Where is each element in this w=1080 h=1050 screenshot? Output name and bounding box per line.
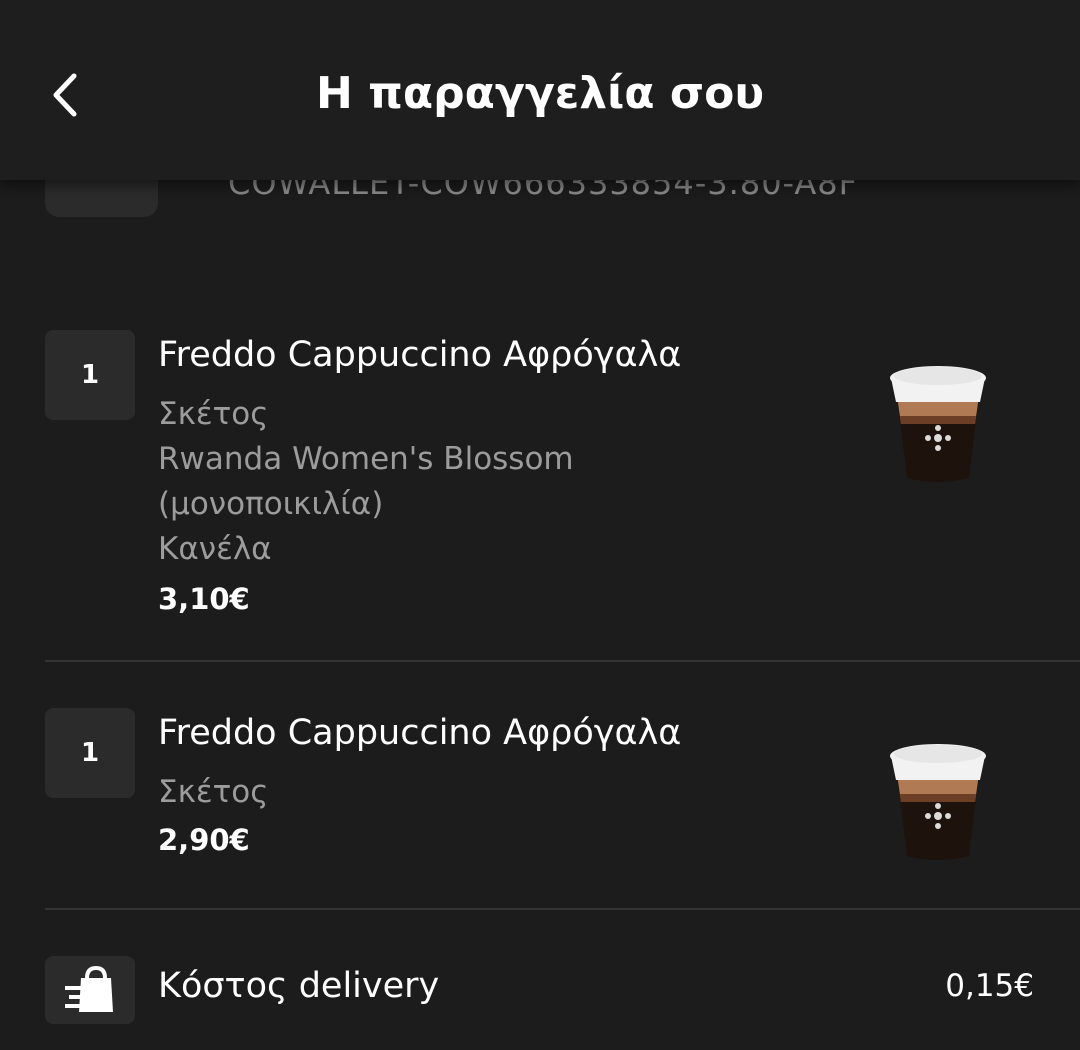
back-button[interactable] [40,60,100,130]
item-price: 2,90€ [158,823,250,857]
item-option: Κανέλα [158,531,272,567]
item-option: Σκέτος [158,774,269,810]
top-app-bar: Η παραγγελία σου [0,0,1080,180]
iced-coffee-cup-icon [890,744,986,860]
quantity-badge: 1 [45,330,135,420]
item-name: Freddo Cappuccino Αφρόγαλα [158,713,682,753]
delivery-label: Κόστος delivery [158,966,440,1006]
divider [45,660,1080,662]
fast-shopping-bag-icon [65,965,113,1012]
delivery-price: 0,15€ [945,968,1034,1004]
divider [45,908,1080,910]
item-option: (μονοποικιλία) [158,486,384,522]
item-option: Σκέτος [158,396,269,432]
delivery-icon-container [45,956,135,1024]
item-name: Freddo Cappuccino Αφρόγαλα [158,335,682,375]
chevron-left-icon [53,73,77,117]
quantity-badge: 1 [45,708,135,798]
page-title: Η παραγγελία σου [315,68,765,119]
iced-coffee-cup-icon [890,366,986,482]
item-price: 3,10€ [158,582,250,616]
item-option: Rwanda Women's Blossom [158,441,574,477]
